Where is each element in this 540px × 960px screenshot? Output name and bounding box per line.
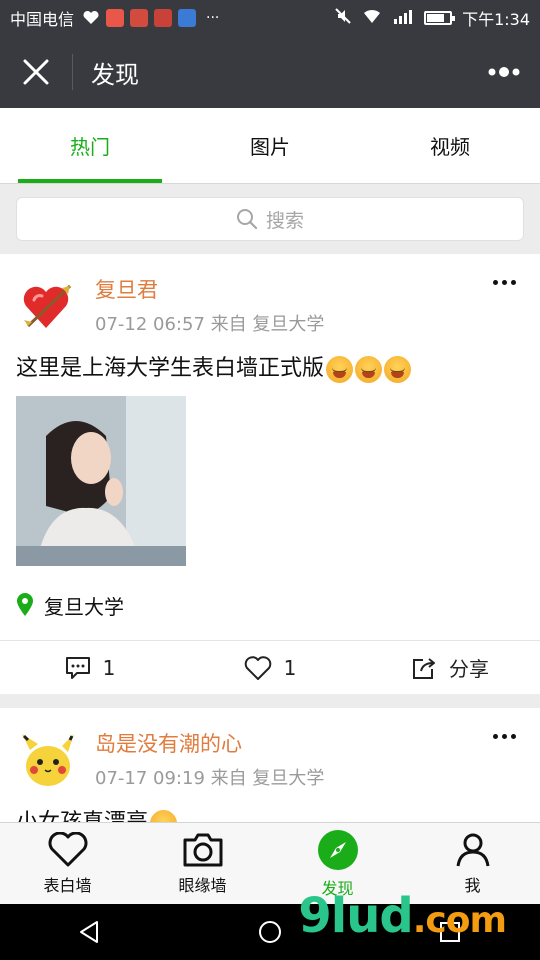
status-bar: 中国电信 ··· 下午1:34 [0, 0, 540, 36]
map-notification-icon [130, 9, 149, 27]
post-more-button[interactable] [484, 724, 524, 748]
book-notification-icon [178, 9, 197, 27]
wifi-icon [362, 8, 382, 28]
heart-icon [244, 655, 271, 680]
post-feed: 复旦君 07-12 06:57 来自 复旦大学 这里是上海大学生表白墙正式版 复 [0, 254, 540, 822]
signal-icon [392, 8, 414, 28]
app2-notification-icon [154, 9, 173, 27]
search-placeholder: 搜索 [265, 209, 304, 232]
comment-button[interactable]: 1 [0, 641, 180, 694]
post-header: 岛是没有潮的心 07-17 09:19 来自 复旦大学 [0, 708, 540, 798]
nav-label: 眼缘墙 [178, 875, 227, 895]
heart-icon [48, 831, 87, 866]
title-divider [72, 54, 73, 90]
nav-match-wall[interactable]: 眼缘墙 [135, 823, 270, 904]
comment-count: 1 [102, 655, 116, 680]
heart-arrow-avatar-icon [23, 284, 72, 328]
post-more-button[interactable] [484, 270, 524, 294]
more-button[interactable] [468, 36, 540, 108]
page-title: 发现 [91, 60, 139, 89]
heart-notification-icon [82, 9, 100, 27]
watermark-logo: 9lud.com [298, 888, 507, 944]
watermark-suffix: .com [412, 900, 507, 941]
mute-icon [334, 7, 352, 29]
location-label: 复旦大学 [44, 594, 124, 619]
post-meta: 07-12 06:57 来自 复旦大学 [95, 314, 325, 335]
post-text: 这里是上海大学生表白墙正式版 [16, 356, 325, 381]
smile-emoji-icon [326, 355, 354, 383]
post-meta: 07-17 09:19 来自 复旦大学 [95, 768, 325, 789]
smile-emoji-icon [384, 355, 412, 383]
watermark-text: 9lud [298, 888, 413, 944]
search-icon [236, 209, 258, 230]
post-location[interactable]: 复旦大学 [0, 566, 540, 626]
pikachu-avatar-icon [22, 734, 74, 786]
more-icon [488, 67, 520, 77]
tab-bar: 热门 图片 视频 [0, 108, 540, 184]
post-author[interactable]: 岛是没有潮的心 [95, 728, 242, 758]
title-bar: 发现 [0, 36, 540, 108]
avatar[interactable] [18, 730, 78, 790]
share-label: 分享 [449, 657, 489, 681]
like-count: 1 [283, 655, 297, 680]
carrier-label: 中国电信 [10, 10, 75, 29]
post-content: 小女孩真漂亮 [0, 798, 540, 822]
share-button[interactable]: 分享 [360, 641, 540, 694]
nav-label: 表白墙 [43, 875, 92, 895]
search-input[interactable]: 搜索 [16, 197, 524, 241]
clock: 下午1:34 [462, 10, 530, 29]
smile-emoji-icon [355, 355, 383, 383]
compass-icon [317, 829, 358, 870]
notification-icons: ··· [82, 9, 219, 27]
tab-hot[interactable]: 热门 [0, 108, 180, 183]
post-text: 小女孩真漂亮 [16, 808, 148, 822]
app-notification-icon [106, 9, 125, 27]
camera-icon [183, 833, 222, 866]
girl-photo-image [16, 396, 186, 566]
post-card: 复旦君 07-12 06:57 来自 复旦大学 这里是上海大学生表白墙正式版 复 [0, 254, 540, 694]
post-author[interactable]: 复旦君 [95, 274, 158, 304]
close-button[interactable] [0, 36, 72, 108]
person-icon [456, 833, 489, 866]
home-icon[interactable] [257, 919, 283, 945]
post-actions: 1 1 分享 [0, 640, 540, 694]
battery-icon [424, 11, 456, 25]
avatar[interactable] [18, 276, 78, 336]
post-card: 岛是没有潮的心 07-17 09:19 来自 复旦大学 小女孩真漂亮 [0, 708, 540, 822]
post-header: 复旦君 07-12 06:57 来自 复旦大学 [0, 254, 540, 344]
comment-icon [65, 656, 90, 679]
tab-videos[interactable]: 视频 [360, 108, 540, 183]
search-area: 搜索 [0, 184, 540, 254]
more-notifications-indicator: ··· [206, 10, 220, 26]
back-icon[interactable] [77, 919, 103, 945]
post-photo[interactable] [16, 396, 186, 566]
location-pin-icon [17, 593, 33, 616]
tab-images[interactable]: 图片 [180, 108, 360, 183]
close-icon [23, 59, 49, 85]
share-icon [413, 657, 435, 679]
heart-eyes-emoji-icon [150, 809, 178, 822]
like-button[interactable]: 1 [180, 641, 360, 694]
nav-confession-wall[interactable]: 表白墙 [0, 823, 135, 904]
post-content: 这里是上海大学生表白墙正式版 [0, 344, 540, 384]
